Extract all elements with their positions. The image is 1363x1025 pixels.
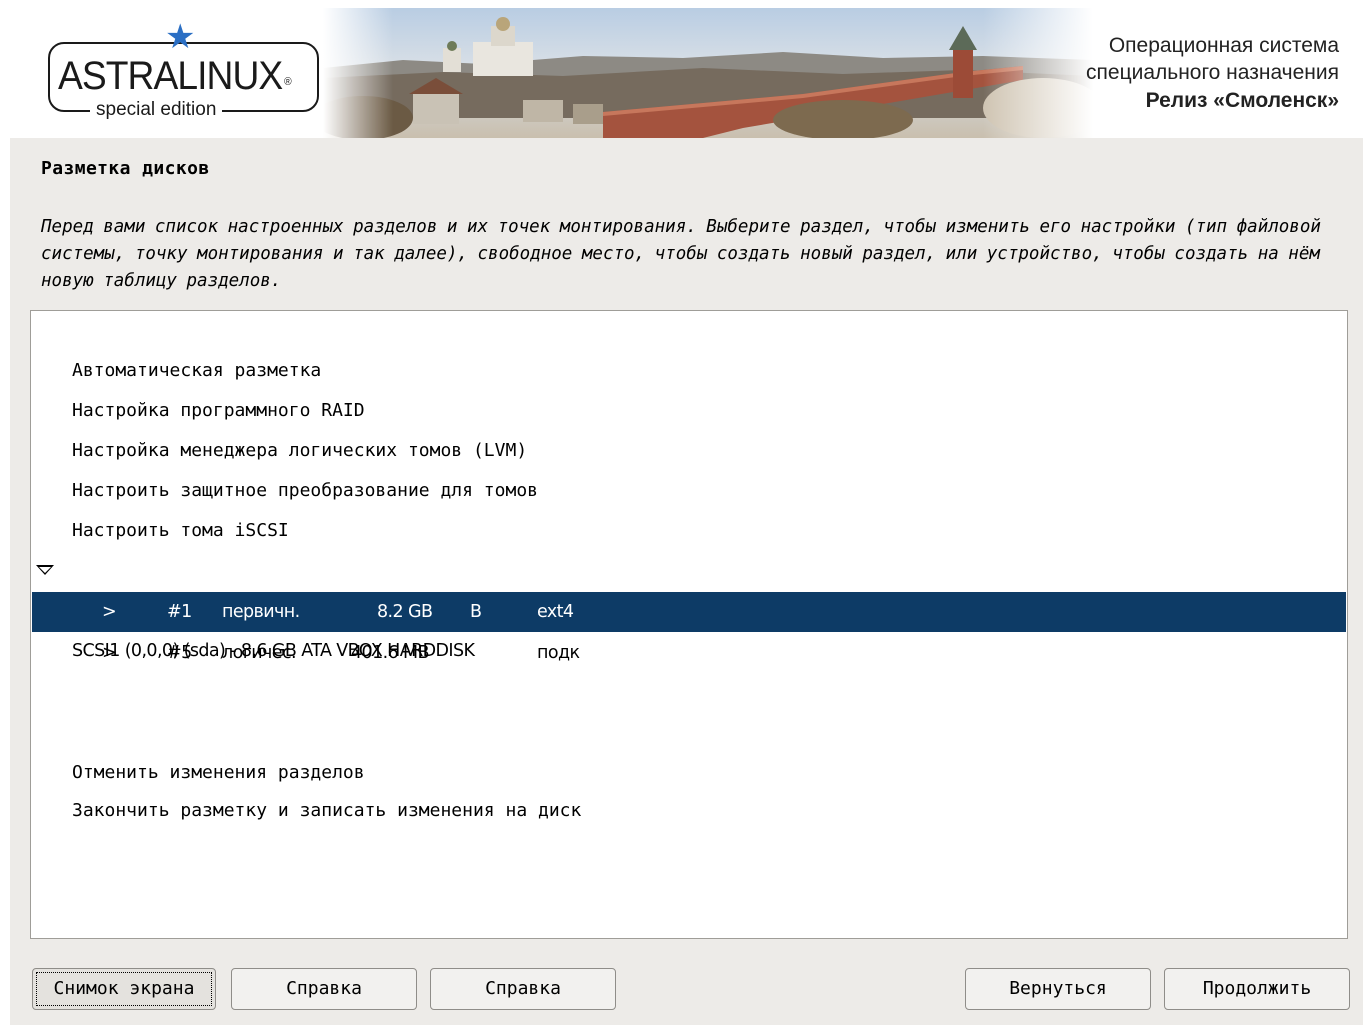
partition-flag: B	[470, 602, 482, 622]
menu-item-finish-partitioning[interactable]: Закончить разметку и записать изменения …	[32, 751, 1346, 821]
partition-row-1[interactable]: > #1 первичн. 8.2 GB B ext4	[32, 592, 1346, 632]
focus-ring	[36, 972, 212, 1006]
os-title-block: Операционная система специального назнач…	[1086, 32, 1339, 116]
back-button[interactable]: Вернуться	[965, 968, 1151, 1010]
installer-panel: Разметка дисков Перед вами список настро…	[10, 138, 1363, 1025]
partition-type: логичес.	[222, 643, 297, 663]
os-line-1: Операционная система	[1108, 34, 1339, 57]
partition-size: 8.2 GB	[377, 602, 433, 622]
menu-item-label: Настроить тома iSCSI	[72, 520, 289, 541]
logo-title: ASTRALINUX ®	[58, 54, 292, 98]
page-title: Разметка дисков	[41, 158, 210, 179]
menu-item-lvm[interactable]: Настройка менеджера логических томов (LV…	[32, 391, 1346, 461]
partition-size: 401.6 MB	[351, 643, 430, 663]
help-button-2[interactable]: Справка	[430, 968, 616, 1010]
help-button[interactable]: Справка	[231, 968, 417, 1010]
menu-item-undo-changes[interactable]: Отменить изменения разделов	[32, 713, 1346, 783]
menu-item-iscsi[interactable]: Настроить тома iSCSI	[32, 471, 1346, 541]
smolensk-panorama-image	[323, 8, 1093, 138]
star-icon: ★	[165, 17, 196, 57]
partition-arrow: >	[102, 643, 117, 663]
button-label: Вернуться	[1009, 978, 1107, 999]
menu-item-auto-partition[interactable]: Автоматическая разметка	[32, 311, 1346, 381]
header-banner: ★ ASTRALINUX ® special edition Операцион…	[10, 8, 1353, 138]
button-label: Справка	[485, 978, 561, 999]
partition-number: #5	[167, 643, 192, 663]
menu-item-label: Закончить разметку и записать изменения …	[72, 800, 582, 821]
button-label: Продолжить	[1202, 978, 1312, 999]
partition-type: первичн.	[222, 602, 300, 622]
disk-sda[interactable]: SCSI1 (0,0,0) (sda) - 8.6 GB ATA VBOX HA…	[32, 551, 1346, 661]
partition-number: #1	[167, 602, 192, 622]
button-label: Справка	[286, 978, 362, 999]
partition-arrow: >	[102, 602, 117, 622]
expand-triangle-icon[interactable]	[36, 565, 54, 575]
menu-item-software-raid[interactable]: Настройка программного RAID	[32, 351, 1346, 421]
menu-item-encryption[interactable]: Настроить защитное преобразование для то…	[32, 431, 1346, 501]
partition-row-5[interactable]: > #5 логичес. 401.6 MB подк	[32, 633, 1346, 673]
screenshot-button[interactable]: Снимок экрана	[32, 968, 216, 1010]
continue-button[interactable]: Продолжить	[1164, 968, 1350, 1010]
release-name: Релиз «Смоленск»	[1145, 89, 1339, 112]
partition-list[interactable]: Автоматическая разметка Настройка програ…	[30, 310, 1348, 939]
page-description: Перед вами список настроенных разделов и…	[41, 217, 1321, 291]
partition-filesystem: ext4	[537, 602, 574, 622]
logo-subtitle: special edition	[90, 100, 223, 120]
partition-filesystem: подк	[537, 643, 580, 663]
os-line-2: специального назначения	[1086, 61, 1339, 84]
